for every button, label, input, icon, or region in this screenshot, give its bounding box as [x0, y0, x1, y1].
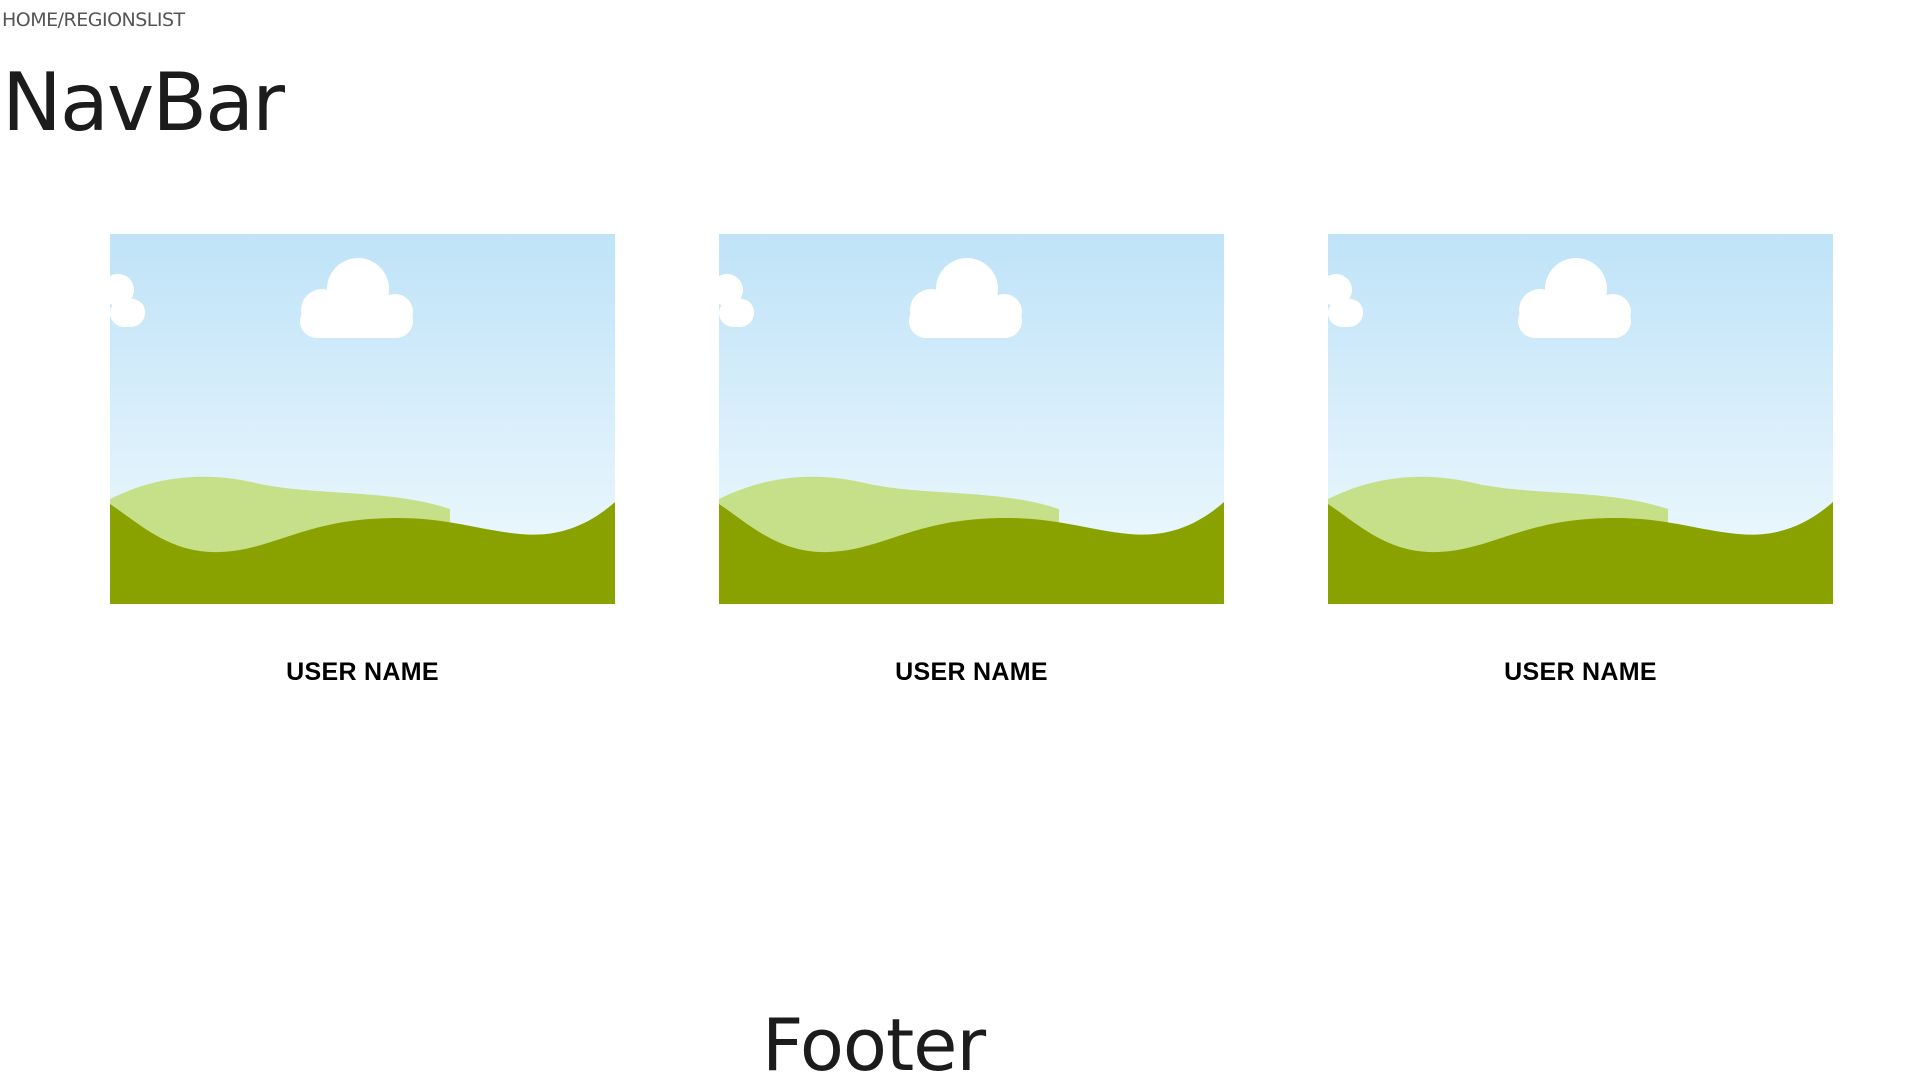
card-grid: USER NAME USER NAME USER NAME — [110, 234, 1833, 714]
user-card[interactable]: USER NAME — [1328, 234, 1833, 686]
user-name-label: USER NAME — [1504, 658, 1657, 686]
user-card[interactable]: USER NAME — [110, 234, 615, 686]
breadcrumb[interactable]: HOME/REGIONSLIST — [2, 8, 185, 32]
footer-title: Footer — [762, 1003, 986, 1080]
user-name-label: USER NAME — [286, 658, 439, 686]
user-card[interactable]: USER NAME — [719, 234, 1224, 686]
landscape-placeholder-image — [719, 234, 1224, 604]
page: HOME/REGIONSLIST NavBar USER NAME USER N… — [0, 0, 1920, 1080]
landscape-placeholder-image — [110, 234, 615, 604]
user-name-label: USER NAME — [895, 658, 1048, 686]
landscape-placeholder-image — [1328, 234, 1833, 604]
navbar-title: NavBar — [2, 56, 285, 149]
